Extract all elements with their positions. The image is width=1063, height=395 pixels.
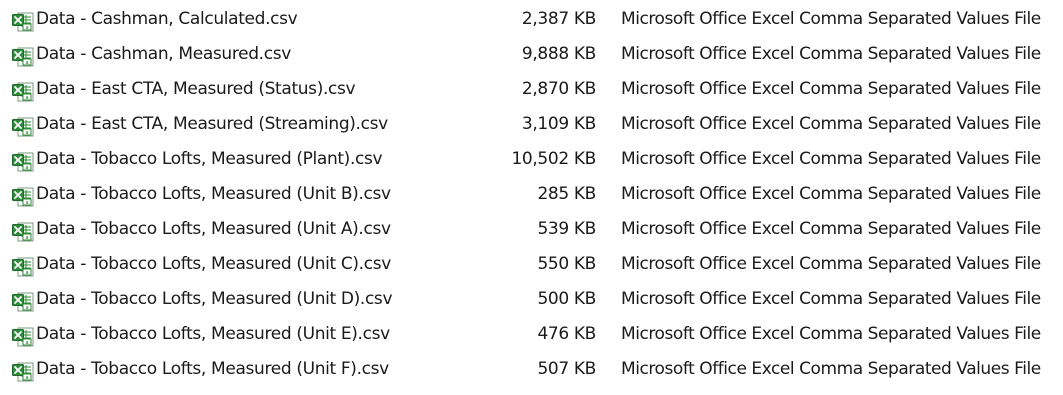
file-row[interactable]: a Data - Tobacco Lofts, Measured (Unit A… <box>0 212 1063 247</box>
file-type: Microsoft Office Excel Comma Separated V… <box>621 184 1041 204</box>
file-size: 476 KB <box>537 324 596 344</box>
file-row[interactable]: a Data - Tobacco Lofts, Measured (Unit C… <box>0 247 1063 282</box>
file-size: 2,387 KB <box>521 9 596 29</box>
svg-text:a: a <box>25 60 28 66</box>
file-name: Data - Tobacco Lofts, Measured (Unit F).… <box>36 359 389 379</box>
file-name: Data - Tobacco Lofts, Measured (Unit E).… <box>36 324 390 344</box>
file-name: Data - East CTA, Measured (Status).csv <box>36 79 356 99</box>
excel-csv-icon: a <box>12 220 34 242</box>
file-type: Microsoft Office Excel Comma Separated V… <box>621 79 1041 99</box>
excel-csv-icon: a <box>12 185 34 207</box>
file-size: 2,870 KB <box>521 79 596 99</box>
excel-csv-icon: a <box>12 115 34 137</box>
file-size: 550 KB <box>537 254 596 274</box>
svg-text:a: a <box>25 95 28 101</box>
svg-text:a: a <box>25 270 28 276</box>
file-type: Microsoft Office Excel Comma Separated V… <box>621 44 1041 64</box>
svg-text:a: a <box>25 340 28 346</box>
file-name: Data - Tobacco Lofts, Measured (Unit A).… <box>36 219 391 239</box>
file-size: 10,502 KB <box>511 149 596 169</box>
file-type: Microsoft Office Excel Comma Separated V… <box>621 324 1041 344</box>
excel-csv-icon: a <box>12 255 34 277</box>
file-size: 285 KB <box>537 184 596 204</box>
svg-text:a: a <box>25 130 28 136</box>
file-row[interactable]: a Data - Cashman, Calculated.csv 2,387 K… <box>0 2 1063 37</box>
file-type: Microsoft Office Excel Comma Separated V… <box>621 289 1041 309</box>
file-row[interactable]: a Data - Tobacco Lofts, Measured (Unit E… <box>0 317 1063 352</box>
excel-csv-icon: a <box>12 10 34 32</box>
file-name: Data - Cashman, Calculated.csv <box>36 9 298 29</box>
file-row[interactable]: a Data - Tobacco Lofts, Measured (Plant)… <box>0 142 1063 177</box>
file-name: Data - Cashman, Measured.csv <box>36 44 291 64</box>
svg-text:a: a <box>25 305 28 311</box>
file-name: Data - Tobacco Lofts, Measured (Unit C).… <box>36 254 391 274</box>
file-row[interactable]: a Data - Tobacco Lofts, Measured (Unit F… <box>0 352 1063 387</box>
file-type: Microsoft Office Excel Comma Separated V… <box>621 219 1041 239</box>
svg-text:a: a <box>25 165 28 171</box>
excel-csv-icon: a <box>12 150 34 172</box>
excel-csv-icon: a <box>12 325 34 347</box>
file-type: Microsoft Office Excel Comma Separated V… <box>621 114 1041 134</box>
excel-csv-icon: a <box>12 290 34 312</box>
svg-text:a: a <box>25 200 28 206</box>
file-name: Data - Tobacco Lofts, Measured (Unit D).… <box>36 289 393 309</box>
file-name: Data - Tobacco Lofts, Measured (Unit B).… <box>36 184 391 204</box>
svg-text:a: a <box>25 235 28 241</box>
file-name: Data - East CTA, Measured (Streaming).cs… <box>36 114 388 134</box>
file-row[interactable]: a Data - East CTA, Measured (Streaming).… <box>0 107 1063 142</box>
excel-csv-icon: a <box>12 360 34 382</box>
svg-text:a: a <box>25 375 28 381</box>
file-type: Microsoft Office Excel Comma Separated V… <box>621 359 1041 379</box>
file-size: 9,888 KB <box>521 44 596 64</box>
file-row[interactable]: a Data - Tobacco Lofts, Measured (Unit D… <box>0 282 1063 317</box>
file-type: Microsoft Office Excel Comma Separated V… <box>621 149 1041 169</box>
file-type: Microsoft Office Excel Comma Separated V… <box>621 9 1041 29</box>
file-row[interactable]: a Data - Tobacco Lofts, Measured (Unit B… <box>0 177 1063 212</box>
excel-csv-icon: a <box>12 80 34 102</box>
file-size: 500 KB <box>537 289 596 309</box>
file-list: a Data - Cashman, Calculated.csv 2,387 K… <box>0 0 1063 388</box>
file-size: 3,109 KB <box>521 114 596 134</box>
file-name: Data - Tobacco Lofts, Measured (Plant).c… <box>36 149 383 169</box>
file-size: 539 KB <box>537 219 596 239</box>
file-row[interactable]: a Data - Cashman, Measured.csv 9,888 KB … <box>0 37 1063 72</box>
svg-text:a: a <box>25 25 28 31</box>
excel-csv-icon: a <box>12 45 34 67</box>
file-type: Microsoft Office Excel Comma Separated V… <box>621 254 1041 274</box>
file-size: 507 KB <box>537 359 596 379</box>
file-row[interactable]: a Data - East CTA, Measured (Status).csv… <box>0 72 1063 107</box>
